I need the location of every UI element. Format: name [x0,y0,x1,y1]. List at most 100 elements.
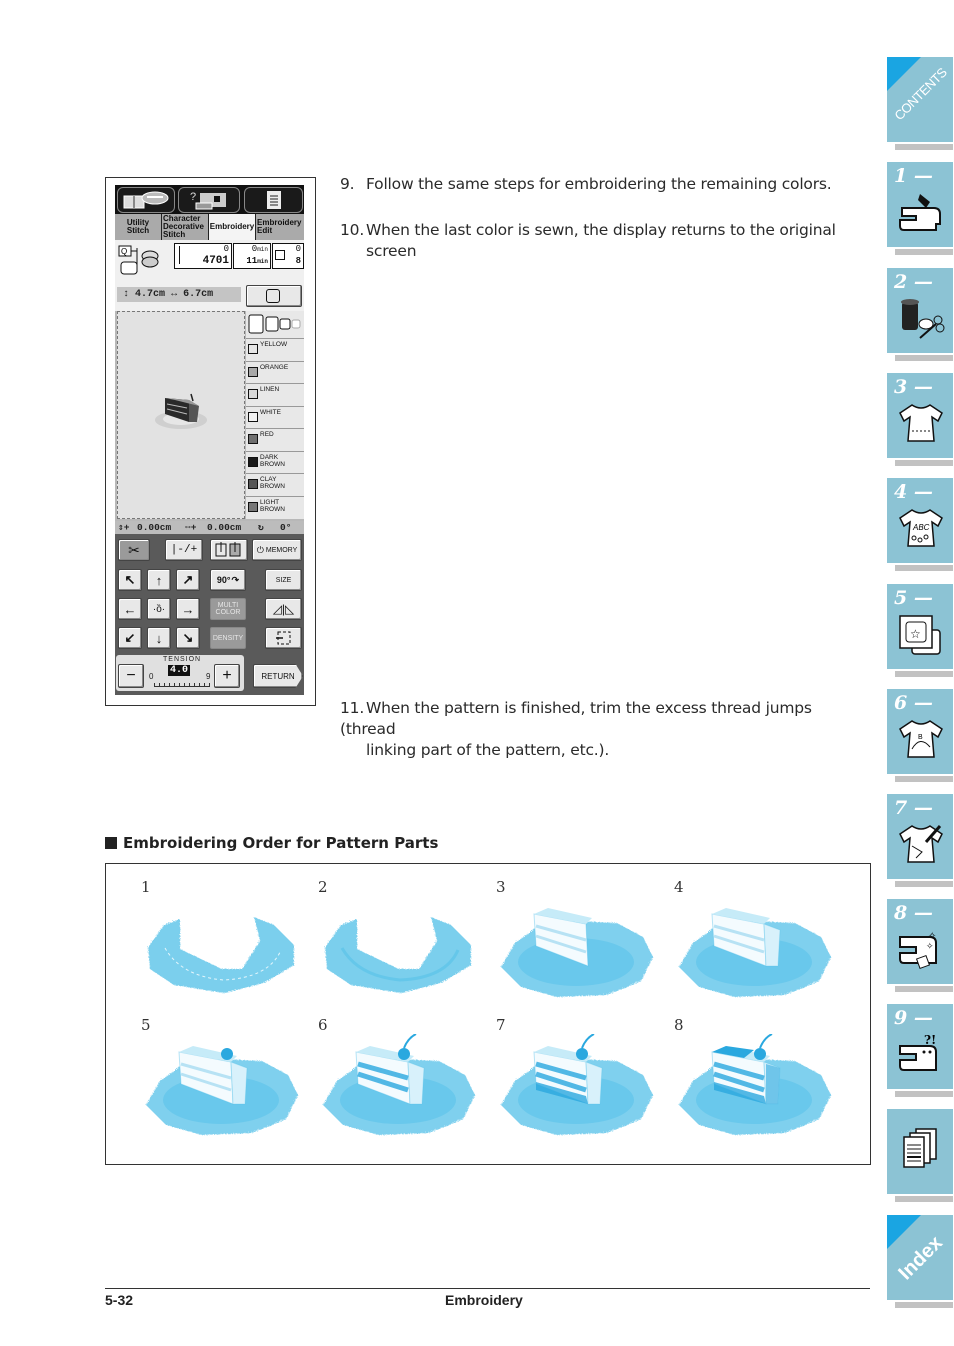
rotation-angle: 0° [280,522,292,533]
arrow-up-right-icon: ↗ [182,572,194,587]
embroidering-order-figure: 1 2 3 4 5 6 7 8 [105,863,871,1165]
memory-label: MEMORY [265,546,298,554]
move-right-button[interactable]: → [176,598,200,620]
side-tab-chapter[interactable]: 1 — [887,162,953,255]
chapter-number: 1 — [894,165,933,187]
move-down-left-button[interactable]: ↙ [118,627,142,649]
shirt-abc-icon: ABC [896,506,946,554]
side-tab-chapter[interactable]: 3 — [887,373,953,466]
document-list-icon[interactable] [244,187,303,213]
order-step-number: 7 [496,1016,506,1034]
section-title-text: Embroidering Order for Pattern Parts [123,834,439,852]
tension-scale [154,683,210,687]
move-vertical-icon: ⇕+ [118,522,130,533]
plus-icon: + [222,667,232,684]
side-tab-chapter[interactable]: 2 — [887,268,953,361]
thread-color-name: LIGHT BROWN [260,498,285,513]
mirror-icon: ◿|◺ [272,602,295,616]
tension-max: 9 [206,672,211,681]
memory-button[interactable]: ⏻ MEMORY [252,539,302,561]
tab-utility-stitch[interactable]: Utility Stitch [115,214,162,240]
step-text-cont: linking part of the pattern, etc.). [366,741,610,759]
thread-color-item: YELLOW [246,338,304,360]
tension-value: 4.0 [168,665,191,676]
order-step-number: 6 [318,1016,328,1034]
help-machine-icon[interactable]: ? [178,187,240,213]
multi-color-button[interactable]: MULTI COLOR [210,598,246,620]
order-step-number: 1 [141,878,151,896]
side-tab-chapter[interactable]: 8 — ✧ ✧ [887,899,953,992]
rotate-icon: ↷ [231,574,240,585]
chapter-number: 3 — [894,376,933,398]
rotate-90-button[interactable]: 90° ↷ [210,569,246,591]
lcd-screen: ? Utility Stitch Character Decorative St… [115,185,304,695]
tab-embroidery-edit[interactable]: Embroidery Edit [256,214,304,240]
thread-color-name: DARK BROWN [260,453,285,468]
thread-color-name: LINEN [260,386,280,393]
memory-icon: ⏻ [256,544,264,555]
chapter-number: 6 — [894,692,933,714]
svg-text:?!: ?! [924,1033,936,1047]
move-down-right-button[interactable]: ↘ [176,627,200,649]
thread-cut-button[interactable]: ✂ [118,539,150,561]
side-tab-index[interactable]: Index [887,1215,953,1308]
tab-embroidery[interactable]: Embroidery [209,214,256,240]
step-11: 11. When the pattern is finished, trim th… [340,698,870,761]
thread-swatch-icon [248,456,258,467]
tab-character-decorative-stitch[interactable]: Character Decorative Stitch [162,214,209,240]
side-tab-chapter[interactable]: 5 — ☆ [887,584,953,677]
footer-chapter-title: Embroidery [445,1292,523,1308]
tab-shadow [895,565,953,571]
tension-decrease-button[interactable]: − [118,664,144,688]
stitch-step-button[interactable]: |-/+ [165,539,203,561]
pattern-size: ↕ 4.7cm ↔ 6.7cm [117,287,241,302]
thread-color-item: CLAY BROWN [246,473,304,495]
tension-control: TENSION − 0 4.0 9 + [116,655,244,691]
color-total: 8 [295,256,301,266]
side-tab-chapter[interactable] [887,1109,953,1202]
tension-increase-button[interactable]: + [214,664,240,688]
mirror-button[interactable]: ◿|◺ [265,598,302,620]
size-button[interactable]: SIZE [265,569,302,591]
arrow-down-icon: ↓ [155,630,163,646]
move-up-left-button[interactable]: ↖ [118,569,142,591]
order-step-number: 5 [141,1016,151,1034]
step-text-cont: screen [366,242,417,260]
time-unit: min [257,258,268,265]
machine-lcd-screenshot: ? Utility Stitch Character Decorative St… [105,177,316,706]
thread-color-item: LIGHT BROWN [246,495,304,518]
image-button[interactable] [246,285,302,307]
center-button[interactable]: ·ȍ· [147,598,171,620]
side-tab-contents[interactable]: CONTENTS [887,57,953,150]
lcd-controls: ✂ |-/+ ⏻ MEMORY ↖ ↑ ↗ 90° ↷ SIZE ← ·ȍ· → M… [115,534,304,695]
corner-triangle-icon [887,57,921,91]
order-step-number: 2 [318,878,328,896]
size-label: SIZE [275,576,292,584]
side-tab-chapter[interactable]: 7 — [887,794,953,887]
move-down-button[interactable]: ↓ [147,627,171,649]
move-up-button[interactable]: ↑ [147,569,171,591]
density-button[interactable]: DENSITY [210,627,246,649]
svg-text:Q: Q [121,247,127,256]
lcd-tabs: Utility Stitch Character Decorative Stit… [115,214,304,240]
chapter-number: 9 — [894,1007,933,1029]
step-number: 11. [340,699,365,717]
trial-button[interactable] [265,627,302,649]
section-heading: Embroidering Order for Pattern Parts [105,834,438,852]
step-10: 10. When the last color is sewn, the disp… [340,220,870,262]
lcd-top-bar: ? [115,185,304,214]
side-tab-chapter[interactable]: 9 —?! [887,1004,953,1097]
return-button[interactable]: RETURN [253,664,303,688]
move-up-right-button[interactable]: ↗ [176,569,200,591]
pattern-height: 4.7cm [135,289,166,300]
chapter-number: 2 — [894,271,933,293]
move-left-button[interactable]: ← [118,598,142,620]
book-icon[interactable] [117,187,175,213]
tab-shadow [895,1196,953,1202]
tab-shadow [895,144,953,150]
side-tab-chapter[interactable]: 6 — B [887,689,953,782]
side-tab-chapter[interactable]: 4 — ABC [887,478,953,571]
needle-position-button[interactable] [210,539,248,561]
needle-position-icon [215,542,241,557]
thread-spool-scissors-icon [896,296,946,344]
